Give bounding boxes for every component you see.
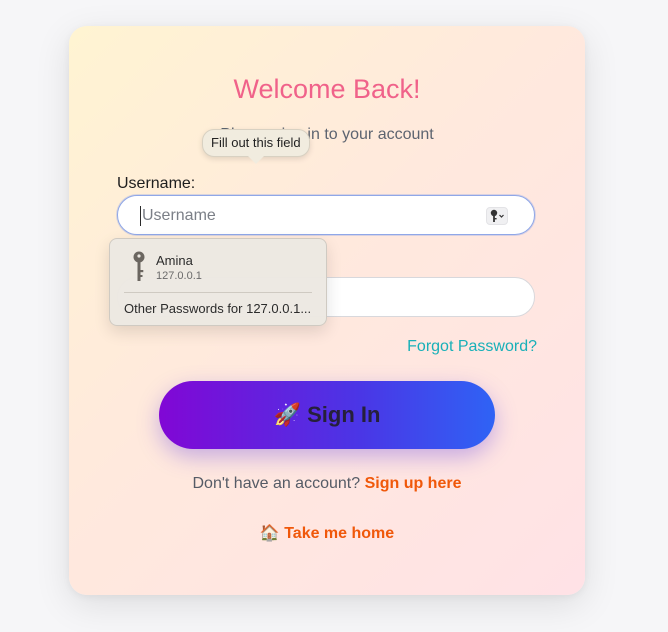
username-placeholder: Username: [142, 207, 216, 224]
key-icon: [133, 251, 145, 281]
rocket-icon: 🚀: [273, 403, 301, 428]
home-link[interactable]: 🏠 Take me home: [69, 523, 585, 543]
username-label: Username:: [117, 175, 196, 192]
validation-tooltip: Fill out this field: [202, 129, 310, 157]
autofill-account-name[interactable]: Amina: [156, 253, 193, 268]
home-link-label[interactable]: Take me home: [284, 525, 394, 542]
signup-row: Don't have an account? Sign up here: [69, 475, 585, 493]
house-icon: 🏠: [259, 523, 280, 542]
signup-link[interactable]: Sign up here: [365, 475, 462, 492]
forgot-password-link[interactable]: Forgot Password?: [407, 338, 537, 356]
tooltip-arrow: [248, 156, 264, 164]
sign-in-label: Sign In: [307, 402, 381, 427]
password-manager-key-icon[interactable]: [486, 207, 508, 225]
signup-prompt: Don't have an account?: [192, 475, 361, 492]
autofill-popup: Amina 127.0.0.1 Other Passwords for 127.…: [109, 238, 327, 326]
autofill-divider: [124, 292, 312, 293]
text-caret: [140, 206, 141, 226]
page-title: Welcome Back!: [233, 74, 421, 104]
username-input[interactable]: Username: [117, 195, 535, 235]
autofill-host: 127.0.0.1: [156, 270, 202, 282]
page-subtitle: Please sign in to your account: [220, 126, 434, 143]
other-passwords-item[interactable]: Other Passwords for 127.0.0.1...: [124, 301, 311, 316]
sign-in-button[interactable]: 🚀 Sign In: [159, 381, 495, 449]
